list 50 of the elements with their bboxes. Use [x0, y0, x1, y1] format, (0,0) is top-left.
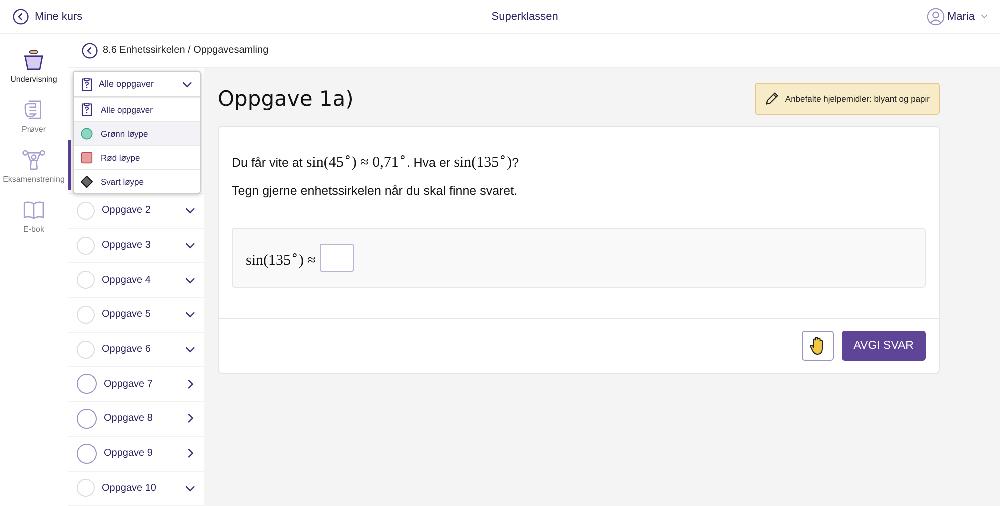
- back-link[interactable]: Mine kurs: [13, 8, 83, 24]
- dropdown-option[interactable]: Rød løype: [74, 145, 200, 169]
- diamond-icon: [81, 176, 93, 188]
- avatar-icon: [927, 8, 946, 26]
- status-circle-icon: [77, 271, 95, 290]
- user-menu[interactable]: Maria: [927, 8, 988, 26]
- breadcrumb: 8.6 Enhetssirkelen / Oppgavesamling: [103, 45, 269, 56]
- nav-item[interactable]: Prøver: [22, 98, 46, 134]
- pencil-icon: [765, 92, 780, 106]
- status-circle-icon: [77, 479, 95, 498]
- weightlifter-icon: [22, 148, 46, 172]
- hint-text: Tegn gjerne enhetssirkelen når du skal finne svaret.: [232, 184, 519, 198]
- basket-icon: [22, 48, 46, 72]
- dropdown-option[interactable]: Grønn løype: [74, 121, 200, 145]
- task-item[interactable]: Oppgave 9: [68, 436, 204, 470]
- task-item[interactable]: Oppgave 6: [68, 332, 204, 366]
- nav-item[interactable]: E-bok: [22, 198, 46, 234]
- status-circle-icon: [77, 444, 97, 464]
- nav-item[interactable]: Eksamenstrening: [3, 148, 65, 184]
- clipboard-question-icon: [81, 102, 93, 117]
- question-text: Du får vite at sin(45$^{∘}$) ≈ 0,71$^{∘}$. Hva er sin(135$^{∘}$)?: [232, 149, 520, 172]
- task-item[interactable]: Oppgave 7: [68, 367, 204, 402]
- submit-button[interactable]: AVGI SVAR: [842, 331, 926, 361]
- status-circle-icon: [77, 408, 97, 429]
- aids-text: Anbefalte hjelpemidler: blyant og papir: [785, 94, 930, 104]
- circle-icon: [81, 128, 93, 140]
- caret-icon: [980, 14, 988, 19]
- back-icon[interactable]: [82, 42, 98, 58]
- status-circle-icon: [77, 374, 97, 394]
- back-icon: [13, 8, 29, 24]
- filter-dropdown[interactable]: Alle oppgaver: [74, 72, 200, 97]
- clipboard-question-icon: [81, 76, 93, 92]
- square-icon: [81, 152, 93, 164]
- dropdown-option[interactable]: Svart løype: [74, 169, 200, 193]
- raise-hand-button[interactable]: [802, 331, 834, 361]
- nav-item[interactable]: Undervisning: [10, 48, 58, 84]
- task-item[interactable]: Oppgave 5: [68, 298, 204, 332]
- selection-marker: [68, 140, 71, 190]
- status-circle-icon: [77, 340, 95, 359]
- status-circle-icon: [77, 202, 95, 220]
- status-circle-icon: [77, 306, 95, 324]
- task-item[interactable]: Oppgave 2: [68, 194, 204, 228]
- status-circle-icon: [77, 236, 95, 255]
- task-item[interactable]: Oppgave 3: [68, 228, 204, 262]
- task-item[interactable]: Oppgave 10: [68, 472, 204, 506]
- task-item[interactable]: Oppgave 8: [68, 402, 204, 436]
- course-title: Superklassen: [492, 10, 558, 22]
- task-item[interactable]: Oppgave 4: [68, 263, 204, 298]
- answer-label: sin(135$^{∘}$) ≈: [246, 246, 316, 270]
- task-title: Oppgave 1a): [218, 87, 354, 111]
